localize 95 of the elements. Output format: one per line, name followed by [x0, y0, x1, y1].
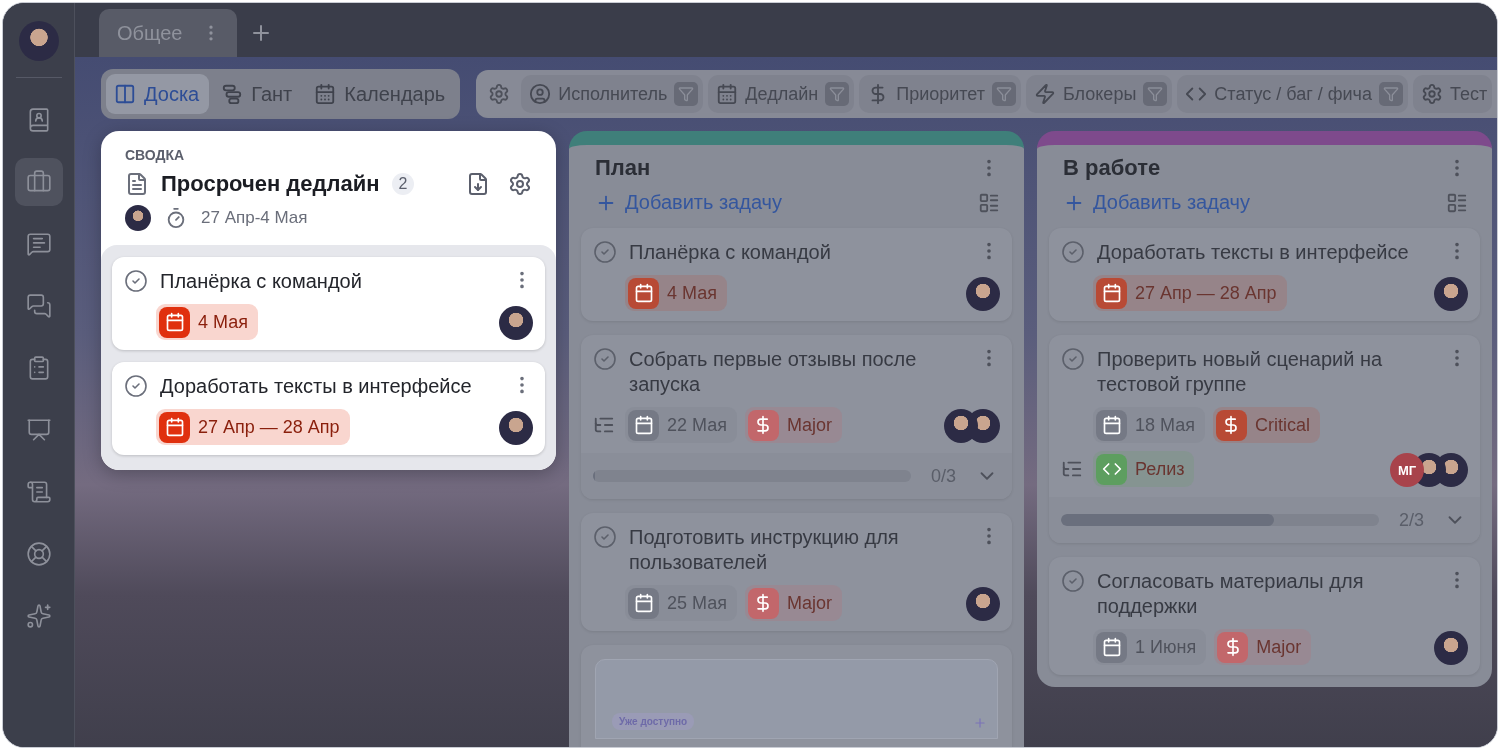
layout-icon[interactable] [1446, 191, 1468, 214]
chat-bubbles-icon [25, 293, 52, 319]
user-avatar [125, 205, 151, 231]
add-task-button[interactable]: Добавить задачу [595, 191, 782, 214]
funnel-icon[interactable] [1379, 82, 1403, 106]
sparkles-icon [25, 603, 52, 629]
check-circle-icon[interactable] [593, 240, 617, 264]
task-title: Планёрка с командой [160, 269, 363, 294]
user-avatar[interactable] [18, 21, 59, 61]
check-circle-icon[interactable] [593, 347, 617, 371]
filter-chip[interactable]: Статус / баг / фича [1177, 75, 1408, 113]
user-icon [529, 83, 552, 105]
check-circle-icon[interactable] [124, 269, 148, 293]
check-circle-icon[interactable] [1061, 347, 1085, 371]
filter-chip[interactable]: Приоритет [859, 75, 1021, 113]
settings-icon [1421, 83, 1443, 105]
calendar-icon [164, 417, 185, 437]
task-card[interactable]: Планёрка с командой 4 Мая [581, 228, 1012, 321]
user-avatar [966, 587, 1000, 621]
funnel-icon[interactable] [674, 82, 699, 106]
calendar-icon [1101, 283, 1122, 303]
chat-bubble-icon [25, 231, 52, 257]
task-title: Доработать тексты в интерфейсе [1097, 240, 1410, 265]
task-title: Доработать тексты в интерфейсе [160, 374, 473, 399]
add-task-button[interactable]: Добавить задачу [1063, 191, 1250, 214]
lifebuoy-icon [25, 541, 52, 567]
tag-text: Major [1256, 636, 1302, 658]
check-circle-icon[interactable] [1061, 569, 1085, 593]
task-count: 2 [391, 173, 415, 195]
gantt-icon [221, 83, 244, 105]
calendar-icon [633, 415, 654, 435]
document-icon [125, 172, 149, 196]
tag-text: Critical [1255, 414, 1310, 436]
calendar-icon [1101, 415, 1122, 435]
column-title: В работе [1063, 155, 1162, 181]
tag-text: 18 Мая [1135, 414, 1195, 436]
calendar-icon [716, 83, 739, 105]
view-tab[interactable]: Доска [106, 74, 210, 114]
settings-icon[interactable] [508, 172, 532, 196]
filter-chip[interactable]: Исполнитель [521, 75, 704, 113]
task-card[interactable]: Планёрка с командой 4 Мая [112, 257, 545, 350]
task-card[interactable]: Доработать тексты в интерфейсе 27 Апр — 28 Апр [1049, 228, 1480, 321]
tag-text: 25 Мая [667, 592, 727, 614]
user-avatar [499, 411, 533, 445]
filter-chip[interactable]: Блокеры [1025, 75, 1173, 113]
date-range: 27 Апр-4 Мая [201, 208, 308, 228]
plus-icon [973, 716, 987, 730]
tag-text: Релиз [1135, 458, 1185, 480]
check-circle-icon[interactable] [124, 374, 148, 398]
calendar-icon [164, 312, 185, 332]
stopwatch-icon [165, 207, 187, 229]
tag-text: 4 Мая [667, 282, 717, 304]
user-avatar [499, 306, 533, 340]
task-title: Подготовить инструкцию для пользователей [629, 525, 900, 575]
summary-caption: СВОДКА [125, 147, 186, 163]
user-avatar [1434, 631, 1468, 665]
task-title: Проверить новый сценарий на тестовой группе [1097, 347, 1384, 397]
tag-text: 4 Мая [198, 311, 248, 333]
column-title: План [595, 155, 652, 181]
sidebar-item[interactable] [14, 158, 63, 206]
task-title: Собрать первые отзывы после запуска [629, 347, 918, 397]
lightning-icon [1033, 83, 1056, 105]
check-circle-icon[interactable] [593, 525, 617, 549]
calendar-icon [633, 593, 654, 613]
view-tab[interactable]: Календарь [306, 74, 456, 114]
calendar-icon [1101, 637, 1122, 657]
funnel-icon[interactable] [991, 82, 1016, 106]
calendar-icon [314, 83, 337, 105]
funnel-icon[interactable] [1143, 82, 1168, 106]
task-title: Планёрка с командой [629, 240, 832, 265]
download-icon[interactable] [466, 172, 490, 196]
funnel-icon[interactable] [825, 82, 850, 106]
calendar-icon [633, 283, 654, 303]
user-avatar [944, 409, 978, 443]
check-circle-icon[interactable] [1061, 240, 1085, 264]
tag-text: 1 Июня [1135, 636, 1197, 658]
tag-text: Major [787, 592, 832, 614]
initials-avatar: МГ [1390, 453, 1424, 487]
layout-icon[interactable] [978, 191, 1000, 214]
task-card[interactable]: Согласовать материалы для поддержки 1 Июня Major [1049, 557, 1480, 675]
tag-text: 22 Мая [667, 414, 727, 436]
task-title: Согласовать материалы для поддержки [1097, 569, 1365, 619]
board-columns-icon [114, 83, 136, 105]
filter-chip[interactable]: Тест [1413, 75, 1493, 113]
user-avatar [966, 277, 1000, 311]
filter-chip[interactable]: Дедлайн [708, 75, 855, 113]
user-avatar [1434, 277, 1468, 311]
view-tab[interactable]: Гант [213, 74, 303, 114]
tag-text: Major [787, 414, 832, 436]
task-card[interactable]: Доработать тексты в интерфейсе 27 Апр — 28 Апр [112, 362, 545, 455]
scroll-icon [25, 479, 52, 505]
task-card[interactable]: Подготовить инструкцию для пользователей 25 Мая Major [581, 513, 1012, 631]
tag-text: 27 Апр — 28 Апр [1135, 282, 1277, 304]
tag-text: 27 Апр — 28 Апр [198, 416, 340, 438]
summary-title: Просрочен дедлайн [161, 171, 380, 197]
